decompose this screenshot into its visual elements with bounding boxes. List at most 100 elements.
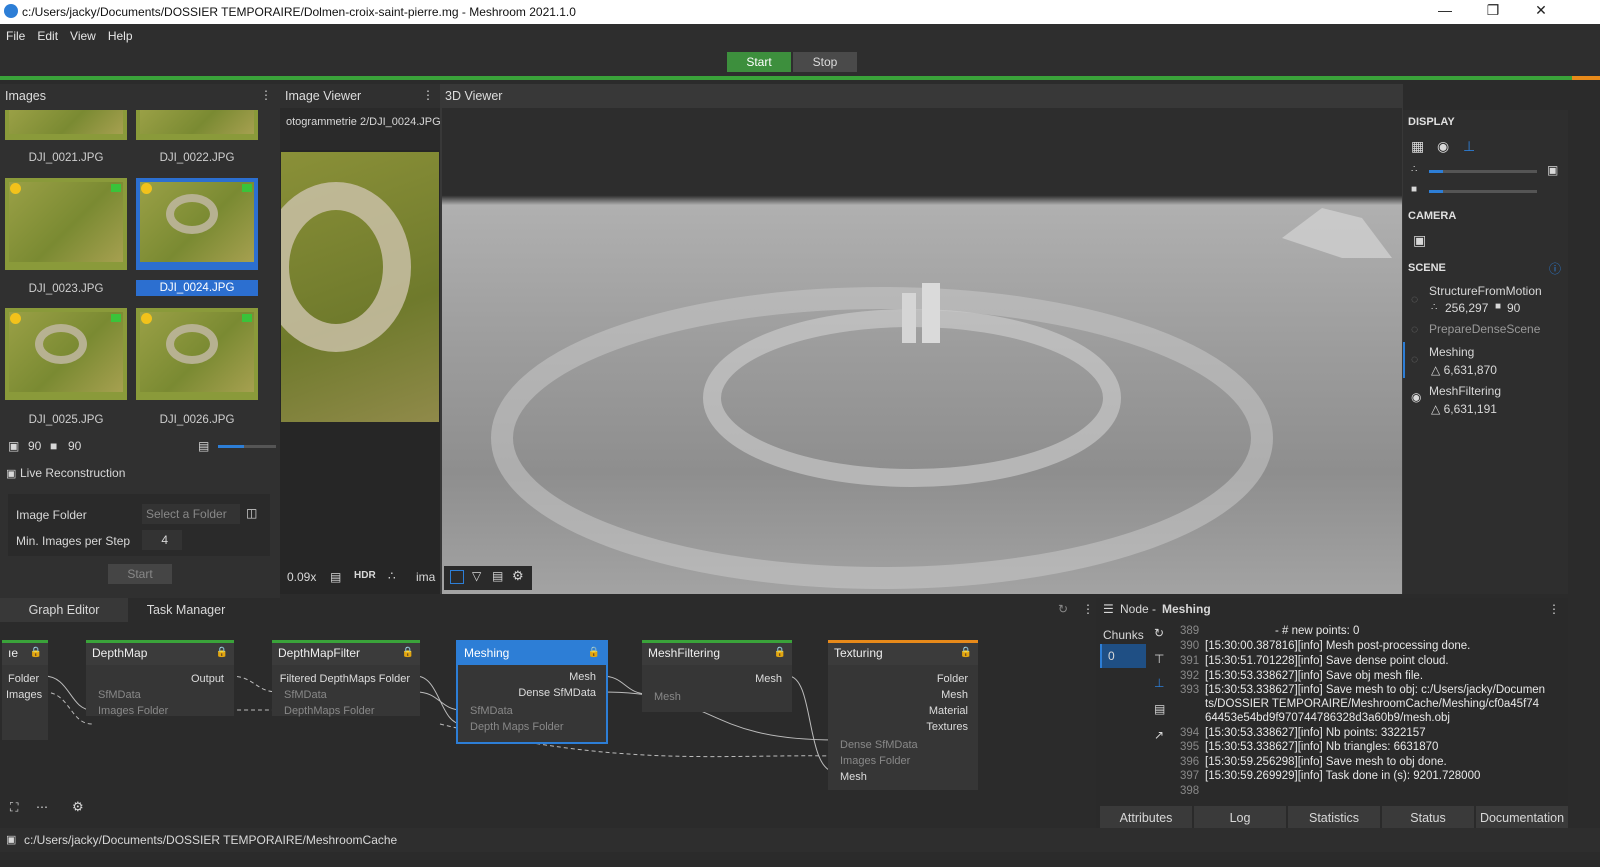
log-line-number: 390 <box>1180 640 1200 652</box>
3d-tools: ▽ ▤ ⚙ <box>444 566 532 590</box>
graph-menu-icon[interactable]: ⋮ <box>1082 602 1094 616</box>
info-icon[interactable]: ⓘ <box>1549 260 1561 277</box>
tab-statistics[interactable]: Statistics <box>1288 806 1380 830</box>
reload-icon[interactable]: ↻ <box>1154 626 1164 640</box>
hidden-eye-icon[interactable]: ◌ <box>1411 322 1418 336</box>
thumb-label-selected: DJI_0024.JPG <box>136 280 258 296</box>
node-texturing[interactable]: Texturing 🔒 Folder Mesh Material Texture… <box>828 640 978 790</box>
tab-status[interactable]: Status <box>1382 806 1474 830</box>
3d-viewer-title: 3D Viewer <box>445 89 503 103</box>
image-preview[interactable] <box>281 152 439 422</box>
hatch-icon[interactable]: ▤ <box>330 570 341 584</box>
clipboard-icon[interactable]: ▤ <box>1154 702 1165 716</box>
fit-icon[interactable]: ▣ <box>1547 163 1558 177</box>
scene-item-name[interactable]: StructureFromMotion <box>1429 284 1542 298</box>
node-depthmapfilter[interactable]: DepthMapFilter 🔒 Filtered DepthMaps Fold… <box>272 640 420 717</box>
close-icon[interactable]: ✕ <box>1518 2 1564 22</box>
tab-documentation[interactable]: Documentation <box>1476 806 1568 830</box>
node-meshfiltering[interactable]: MeshFiltering 🔒 Mesh Mesh <box>642 640 792 712</box>
origin-icon[interactable]: ◉ <box>1437 138 1449 155</box>
status-bar: ▣ c:/Users/jacky/Documents/DOSSIER TEMPO… <box>0 828 1600 852</box>
menu-view[interactable]: View <box>64 24 102 43</box>
thumbnail-size-slider[interactable] <box>218 445 276 448</box>
min-images-label: Min. Images per Step <box>16 534 131 548</box>
camera-scale-slider[interactable] <box>1429 190 1537 193</box>
scene-item-name[interactable]: MeshFiltering <box>1429 384 1501 398</box>
folder-icon[interactable]: ◫ <box>246 506 257 520</box>
viewer-menu-icon[interactable]: ⋮ <box>422 88 434 102</box>
graph-settings-icon[interactable]: ⚙ <box>72 799 84 815</box>
scene-item-name[interactable]: PrepareDenseScene <box>1429 322 1540 336</box>
node-depthmap[interactable]: DepthMap 🔒 Output SfMData Images Folder <box>86 640 234 717</box>
node-menu-icon[interactable]: ⋮ <box>1548 602 1560 616</box>
fit-view-icon[interactable]: ⛶ <box>10 800 18 815</box>
thumb-dji-0022[interactable] <box>136 110 258 140</box>
node-title: Texturing <box>828 643 978 665</box>
3d-mesh-view[interactable]: ▽ ▤ ⚙ <box>442 108 1402 594</box>
start-button[interactable]: Start <box>727 52 791 72</box>
3d-side-panel: DISPLAY ▦ ◉ ⊥ ∴ ▣ ■ CAMERA ▣ SCENE ⓘ ◌ S… <box>1403 110 1568 594</box>
features-icon[interactable]: ∴ <box>388 569 396 583</box>
node-title: MeshFiltering <box>642 643 792 665</box>
scene-item-stats: △ 6,631,870 <box>1431 363 1497 377</box>
camera-count: 90 <box>68 439 82 453</box>
live-start-button[interactable]: Start <box>108 564 172 584</box>
hdr-button[interactable]: HDR <box>354 570 376 581</box>
thumb-label: DJI_0023.JPG <box>28 283 104 295</box>
tab-log[interactable]: Log <box>1194 806 1286 830</box>
image-folder-input[interactable]: Select a Folder <box>142 504 240 524</box>
port-mesh: Mesh <box>569 671 596 683</box>
log-line: [15:30:53.338627][info] Save mesh to obj… <box>1205 684 1546 696</box>
port-mesh-in: Mesh <box>840 771 867 783</box>
images-menu-icon[interactable]: ⋮ <box>260 88 272 102</box>
thumb-label: DJI_0025.JPG <box>28 414 104 426</box>
log-line: [15:30:59.256298][info] Save mesh to obj… <box>1205 756 1447 768</box>
layout-icon[interactable]: ⋯ <box>36 800 48 814</box>
image-viewer-panel: Image Viewer ⋮ otogrammetrie 2/DJI_0024.… <box>280 84 440 594</box>
camera-icon: ■ <box>50 439 58 453</box>
node-meshing[interactable]: Meshing 🔒 Mesh Dense SfMData SfMData Dep… <box>456 640 608 744</box>
scroll-bottom-icon[interactable]: ⊥ <box>1154 676 1164 690</box>
stop-button[interactable]: Stop <box>793 52 857 72</box>
scene-item-name[interactable]: Meshing <box>1429 345 1474 359</box>
scene-item-stats: △ 6,631,191 <box>1431 402 1497 416</box>
log-line-number: 398 <box>1180 785 1200 797</box>
visible-eye-icon[interactable]: ◉ <box>1411 390 1421 404</box>
node-prev[interactable]: ıe 🔒 Folder Images <box>2 640 48 740</box>
tab-attributes[interactable]: Attributes <box>1100 806 1192 830</box>
menu-help[interactable]: Help <box>102 24 139 43</box>
point-size-slider[interactable] <box>1429 170 1537 173</box>
thumb-dji-0025[interactable] <box>5 308 127 400</box>
minimize-icon[interactable]: — <box>1422 2 1468 22</box>
hidden-eye-icon[interactable]: ◌ <box>1411 352 1418 366</box>
open-external-icon[interactable]: ↗ <box>1154 728 1164 742</box>
camera-snapshot-icon[interactable]: ▣ <box>1413 232 1426 249</box>
thumb-dji-0024[interactable] <box>136 178 258 270</box>
thumb-dji-0021[interactable] <box>5 110 127 140</box>
port-mesh-in: Mesh <box>654 691 681 703</box>
restore-icon[interactable]: ❐ <box>1470 2 1516 22</box>
thumb-dji-0023[interactable] <box>5 178 127 270</box>
node-title: DepthMap <box>86 643 234 665</box>
menu-file[interactable]: File <box>0 24 31 43</box>
min-images-stepper[interactable]: 4 <box>142 530 182 550</box>
wireframe-icon[interactable]: ▤ <box>492 569 503 583</box>
filter-icon[interactable]: ▽ <box>472 569 481 583</box>
tab-graph-editor[interactable]: Graph Editor <box>0 598 128 622</box>
chunk-0[interactable]: 0 <box>1100 644 1146 668</box>
port-mesh-out: Mesh <box>755 673 782 685</box>
refresh-icon[interactable]: ↻ <box>1058 602 1068 616</box>
scroll-top-icon[interactable]: ⊤ <box>1154 652 1164 666</box>
log-line-number: 391 <box>1180 655 1200 667</box>
port-images-folder: Images Folder <box>840 755 911 767</box>
mesh-render <box>491 208 1392 589</box>
select-box-icon[interactable] <box>450 570 464 584</box>
axis-icon[interactable]: ⊥ <box>1463 138 1475 155</box>
tab-task-manager[interactable]: Task Manager <box>128 598 244 622</box>
hidden-eye-icon[interactable]: ◌ <box>1411 292 1418 306</box>
settings-gear-icon[interactable]: ⚙ <box>512 568 524 584</box>
menu-edit[interactable]: Edit <box>31 24 64 43</box>
lock-icon: 🔒 <box>959 647 972 658</box>
thumb-dji-0026[interactable] <box>136 308 258 400</box>
grid-icon[interactable]: ▦ <box>1411 138 1424 155</box>
